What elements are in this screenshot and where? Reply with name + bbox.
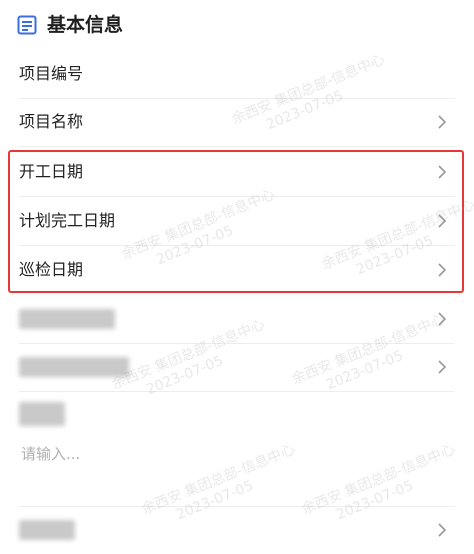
field-project-number[interactable]: 项目编号 xyxy=(19,50,455,99)
section-title: 基本信息 xyxy=(47,14,124,36)
field-redacted-2[interactable] xyxy=(19,343,455,392)
chevron-right-icon xyxy=(438,312,447,326)
chevron-right-icon xyxy=(438,523,447,537)
field-project-name[interactable]: 项目名称 xyxy=(19,98,455,147)
text-input-placeholder[interactable]: 请输入... xyxy=(21,443,80,465)
field-label: 项目名称 xyxy=(19,112,84,131)
highlight-box xyxy=(8,150,464,293)
redacted-label xyxy=(19,309,115,329)
field-redacted-1[interactable] xyxy=(19,295,455,344)
chevron-right-icon xyxy=(438,115,447,129)
redacted-field-label xyxy=(19,402,65,426)
field-label: 项目编号 xyxy=(19,64,84,83)
chevron-right-icon xyxy=(438,360,447,374)
redacted-label xyxy=(19,357,129,377)
redacted-label xyxy=(19,520,75,540)
field-redacted-3[interactable] xyxy=(19,506,455,554)
document-icon xyxy=(17,15,37,35)
section-header: 基本信息 xyxy=(0,0,474,52)
